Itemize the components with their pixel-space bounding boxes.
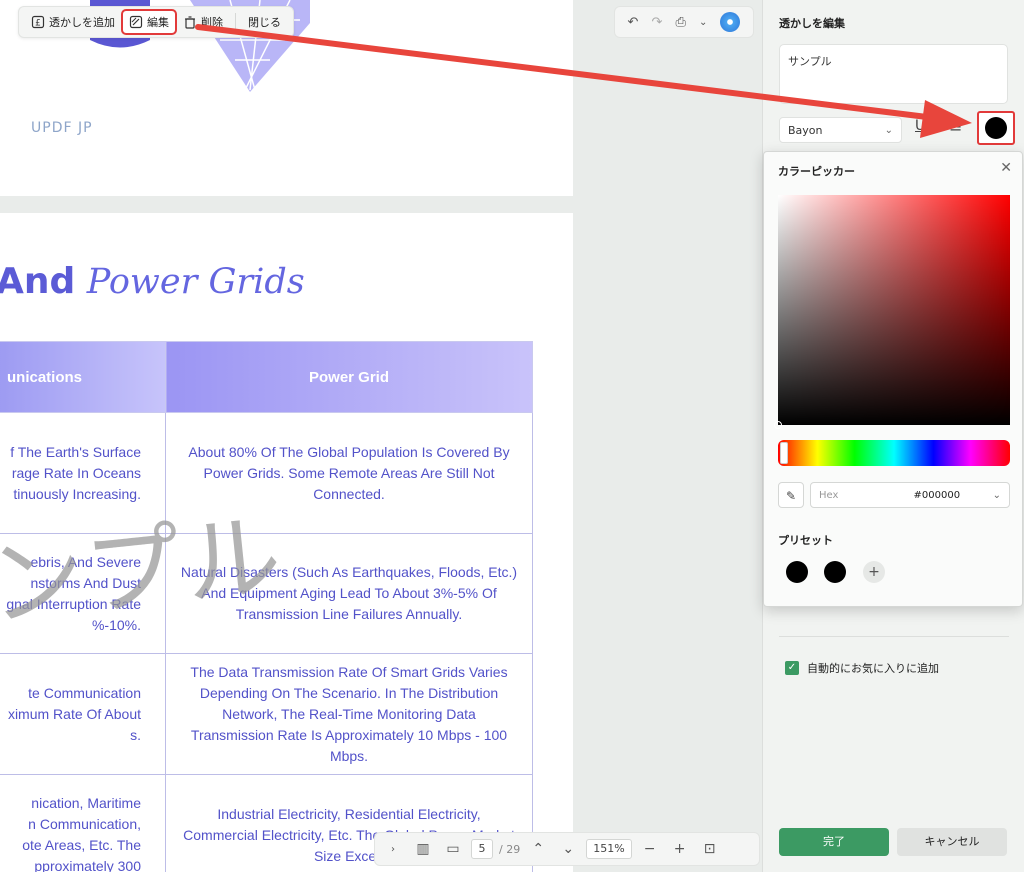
done-button[interactable]: 完了 (779, 828, 889, 856)
table-row: te Communication ximum Rate Of About s. The… (0, 653, 533, 775)
undo-icon[interactable]: ↶ (628, 15, 639, 30)
close-label: 閉じる (248, 16, 281, 29)
add-watermark-button[interactable]: £ 透かしを追加 (25, 11, 121, 33)
chevron-down-icon[interactable]: ⌄ (699, 17, 707, 28)
hex-input[interactable]: Hex #000000 ⌄ (810, 482, 1010, 508)
edit-label: 編集 (147, 16, 169, 29)
table-row: ebris, And Severe nstorms And Dust gnal In… (0, 533, 533, 654)
saturation-value-area[interactable] (774, 195, 1010, 429)
document-area: UPDF JP And Power Grids unications Power… (0, 0, 762, 872)
document-toolbar: ↶ ↷ ⎙ ⌄ (614, 6, 754, 38)
eyedropper-icon[interactable]: ✎ (778, 482, 804, 508)
ai-assistant-icon[interactable] (720, 12, 741, 32)
preset-swatch[interactable] (824, 561, 846, 583)
cell-line: te Communication (28, 684, 141, 701)
hex-value[interactable]: #000000 (881, 490, 993, 501)
checkbox-checked-icon[interactable]: ✓ (785, 661, 799, 675)
toolbar-divider (235, 13, 236, 31)
delete-label: 削除 (201, 16, 223, 29)
page-title-italic: Power Grids (86, 262, 305, 302)
table-cell: f The Earth's Surface rage Rate In Oceans… (0, 412, 166, 534)
save-icon[interactable]: ⎙ (676, 15, 686, 30)
zoom-in-icon[interactable]: + (668, 841, 692, 857)
table-cell: ebris, And Severe nstorms And Dust gnal In… (0, 533, 166, 654)
hex-label: Hex (819, 489, 839, 501)
preset-swatch[interactable] (786, 561, 808, 583)
zoom-out-icon[interactable]: − (638, 841, 662, 857)
color-selector-handle[interactable] (774, 421, 782, 429)
cell-line: nstorms And Dust (30, 574, 142, 591)
chevron-down-icon[interactable]: ⌄ (993, 490, 1001, 501)
add-watermark-icon: £ (31, 15, 45, 29)
expand-icon[interactable]: › (381, 844, 405, 855)
watermark-text-input[interactable]: サンプル (779, 44, 1008, 104)
next-page-icon[interactable]: ⌄ (556, 841, 580, 857)
cell-line: tinuously Increasing. (13, 485, 141, 502)
page-navigation-bar: › ▥ ▭ 5 / 29 ⌃ ⌄ 151% − + ⊡ (374, 832, 760, 866)
table-cell: nication, Maritime n Communication, ote Ar… (0, 774, 166, 872)
redo-icon[interactable]: ↷ (652, 15, 663, 30)
selected-color-swatch (985, 117, 1007, 139)
column-header: Power Grid (165, 341, 533, 413)
cell-line: s. (130, 726, 141, 743)
hue-slider[interactable] (778, 440, 1010, 466)
previous-page-icon[interactable]: ⌃ (526, 841, 550, 857)
delete-icon (185, 16, 195, 29)
close-watermark-button[interactable]: 閉じる (242, 11, 287, 33)
delete-watermark-button[interactable]: 削除 (177, 11, 229, 33)
underline-icon[interactable]: U (915, 118, 925, 134)
preset-label: プリセット (778, 534, 833, 547)
cell-line: %-10%. (91, 616, 141, 633)
table-cell: Natural Disasters (Such As Earthquakes, … (165, 533, 533, 654)
table-row: f The Earth's Surface rage Rate In Oceans… (0, 412, 533, 534)
edit-watermark-button[interactable]: 編集 (121, 9, 177, 35)
table-cell: te Communication ximum Rate Of About s. (0, 653, 166, 775)
table-header-row: unications Power Grid (0, 341, 533, 413)
cell-line: ximum Rate Of About (7, 705, 141, 722)
document-page: And Power Grids unications Power Grid f … (0, 213, 573, 872)
cell-line: rage Rate In Oceans (11, 464, 141, 481)
reading-mode-icon[interactable]: ▥ (411, 841, 435, 857)
add-preset-icon[interactable]: + (863, 561, 885, 583)
edit-icon (129, 15, 143, 29)
table-cell: About 80% Of The Global Population Is Co… (165, 412, 533, 534)
chevron-down-icon: ⌄ (884, 124, 893, 136)
color-button[interactable] (977, 111, 1015, 145)
total-pages: / 29 (499, 842, 521, 856)
color-picker-popup: カラーピッカー ✕ ✎ Hex #000000 ⌄ プリセット + (763, 151, 1023, 607)
column-header: unications (0, 341, 166, 413)
hue-slider-handle[interactable] (780, 442, 788, 464)
cell-line: nication, Maritime (31, 795, 141, 811)
page-title-bold: And (0, 261, 76, 302)
page-title: And Power Grids (0, 261, 305, 302)
cell-line: ebris, And Severe (30, 553, 141, 570)
panel-title: 透かしを編集 (779, 17, 845, 30)
align-icon[interactable]: ≡ (949, 117, 962, 136)
cell-line: pproximately 300 (34, 858, 141, 872)
auto-favorite-label: 自動的にお気に入りに追加 (807, 662, 939, 675)
brand-text: UPDF JP (31, 120, 93, 136)
fit-page-icon[interactable]: ⊡ (698, 841, 722, 857)
font-select-value: Bayon (788, 123, 823, 137)
color-picker-title: カラーピッカー (778, 165, 855, 178)
table-cell: The Data Transmission Rate Of Smart Grid… (165, 653, 533, 775)
current-page-input[interactable]: 5 (471, 839, 493, 859)
auto-favorite-checkbox[interactable]: ✓ 自動的にお気に入りに追加 (785, 660, 939, 676)
comparison-table: unications Power Grid f The Earth's Surf… (0, 341, 533, 872)
font-select[interactable]: Bayon ⌄ (779, 117, 902, 143)
cell-line: ote Areas, Etc. The (22, 837, 141, 853)
cell-line: n Communication, (28, 816, 141, 832)
presentation-icon[interactable]: ▭ (441, 841, 465, 857)
cell-line: f The Earth's Surface (10, 443, 141, 460)
cancel-button[interactable]: キャンセル (897, 828, 1007, 856)
divider (779, 636, 1009, 637)
watermark-toolbar: £ 透かしを追加 編集 削除 閉じる (18, 6, 294, 38)
zoom-level[interactable]: 151% (586, 839, 632, 859)
close-icon[interactable]: ✕ (1000, 160, 1012, 176)
svg-text:£: £ (35, 19, 41, 29)
add-watermark-label: 透かしを追加 (49, 16, 115, 29)
cell-line: gnal Interruption Rate (6, 595, 141, 612)
